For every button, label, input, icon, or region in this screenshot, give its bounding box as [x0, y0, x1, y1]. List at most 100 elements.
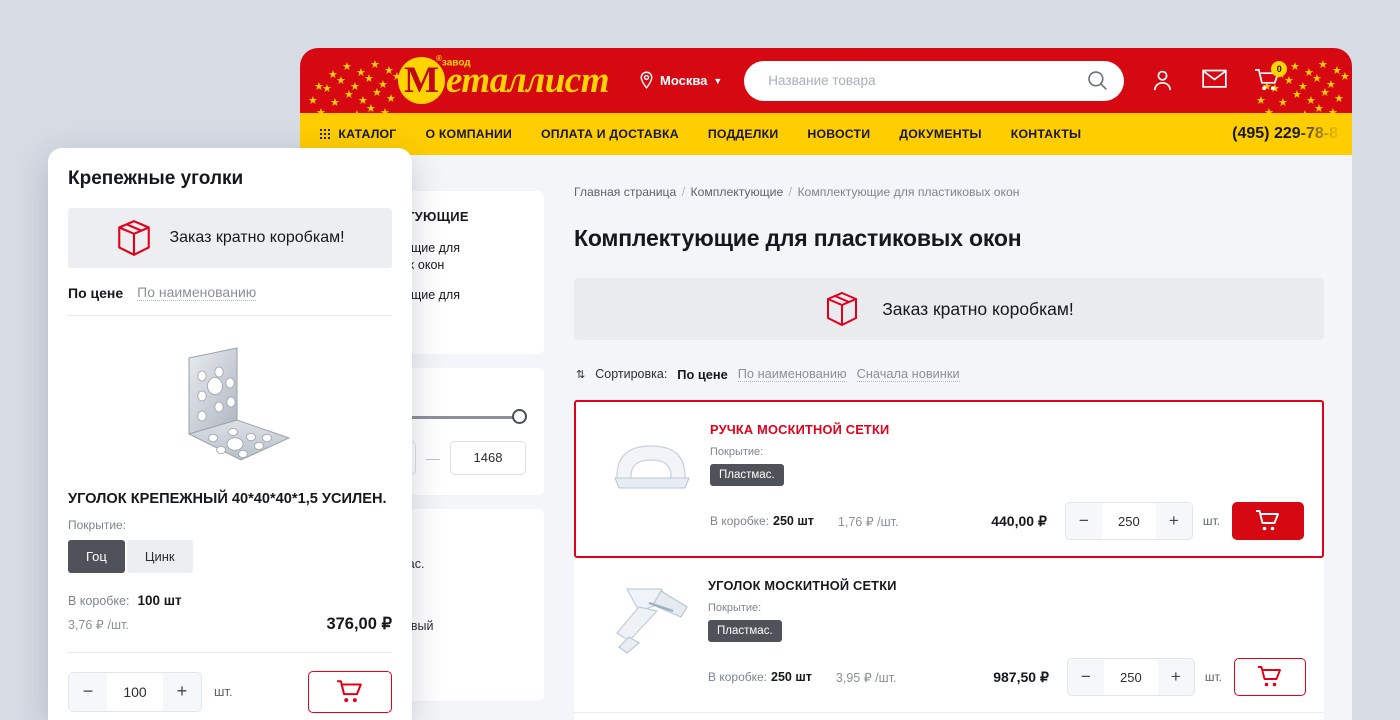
- mail-button[interactable]: [1202, 68, 1228, 93]
- product-info: РУЧКА МОСКИТНОЙ СЕТКИ Покрытие: Пластмас…: [710, 418, 1304, 540]
- overlay-quantity-decrease-button[interactable]: −: [69, 672, 107, 711]
- site-logo[interactable]: M еталлист ®завод: [398, 48, 609, 113]
- search-input[interactable]: [768, 73, 1088, 88]
- table-row[interactable]: УГОЛОК МОСКИТНОЙ СЕТКИ Покрытие: Пластма…: [574, 558, 1324, 713]
- box-banner-text: Заказ кратно коробкам!: [882, 298, 1074, 319]
- city-selector[interactable]: Москва ▼: [639, 71, 722, 90]
- nav-item-counterfeits[interactable]: ПОДДЕЛКИ: [708, 127, 779, 141]
- breadcrumb-home[interactable]: Главная страница: [574, 185, 676, 199]
- mail-icon: [1202, 69, 1228, 88]
- unit-suffix: шт.: [1204, 670, 1222, 684]
- overlay-unit-price: 3,76 ₽ /шт.: [68, 617, 129, 632]
- in-box-label: В коробке: 250 шт: [710, 514, 814, 528]
- table-row[interactable]: АНКЕРНАЯ ПЛАСТИНА 150ММ (1,4ММ) (ДЛЯ ПРО…: [574, 713, 1324, 720]
- header-icon-group: 0: [1150, 61, 1288, 93]
- quantity-value[interactable]: 250: [1104, 670, 1158, 685]
- box-icon: [827, 291, 858, 327]
- product-thumbnail[interactable]: [590, 574, 708, 666]
- star-icon: ★: [336, 75, 346, 87]
- star-icon: ★: [308, 95, 318, 107]
- search-icon[interactable]: [1087, 70, 1108, 91]
- coating-chip[interactable]: Пластмас.: [710, 464, 784, 486]
- sort-row: ⇅ Сортировка: По цене По наименованию Сн…: [574, 366, 1324, 382]
- overlay-coating-option-zinc[interactable]: Цинк: [126, 539, 193, 573]
- star-icon: ★: [372, 87, 382, 99]
- total-price: 987,50 ₽: [993, 668, 1049, 685]
- overlay-sort-name[interactable]: По наименованию: [137, 284, 257, 301]
- coating-chip[interactable]: Пластмас.: [708, 620, 782, 642]
- overlay-in-box-label: В коробке:: [68, 593, 130, 608]
- nav-item-contacts[interactable]: КОНТАКТЫ: [1011, 127, 1082, 141]
- sort-option-price[interactable]: По цене: [677, 367, 727, 382]
- quantity-decrease-button[interactable]: −: [1067, 659, 1104, 695]
- perforated-angle-bracket-icon: [187, 347, 291, 461]
- product-name[interactable]: РУЧКА МОСКИТНОЙ СЕТКИ: [710, 422, 1304, 437]
- add-to-cart-button[interactable]: [1234, 658, 1306, 696]
- star-icon: ★: [1334, 93, 1344, 105]
- sort-option-name[interactable]: По наименованию: [737, 366, 847, 382]
- nav-item-news[interactable]: НОВОСТИ: [807, 127, 870, 141]
- location-pin-icon: [640, 71, 653, 89]
- overlay-quantity-stepper[interactable]: − 100 +: [68, 671, 202, 712]
- price-slider-knob-max[interactable]: [512, 409, 527, 424]
- star-icon: ★: [314, 81, 324, 93]
- nav-item-payment-delivery[interactable]: ОПЛАТА И ДОСТАВКА: [541, 127, 679, 141]
- quantity-increase-button[interactable]: +: [1155, 503, 1192, 539]
- overlay-price-row: 3,76 ₽ /шт. 376,00 ₽: [68, 614, 392, 634]
- quantity-value[interactable]: 250: [1102, 514, 1156, 529]
- overlay-product-name[interactable]: УГОЛОК КРЕПЕЖНЫЙ 40*40*40*1,5 УСИЛЕН.: [68, 490, 392, 509]
- sort-option-new[interactable]: Сначала новинки: [856, 366, 960, 382]
- range-dash: —: [426, 449, 440, 466]
- city-label: Москва: [659, 73, 708, 88]
- quantity-stepper[interactable]: − 250 +: [1064, 502, 1193, 540]
- nav-item-documents[interactable]: ДОКУМЕНТЫ: [899, 127, 981, 141]
- nav-item-about[interactable]: О КОМПАНИИ: [425, 127, 512, 141]
- overlay-banner-text: Заказ кратно коробкам!: [169, 229, 345, 246]
- overlay-quantity-value[interactable]: 100: [107, 684, 163, 700]
- quantity-stepper[interactable]: − 250 +: [1066, 658, 1195, 696]
- star-icon: ★: [1320, 87, 1330, 99]
- cart-count-badge: 0: [1271, 61, 1288, 77]
- star-icon: ★: [378, 79, 388, 91]
- star-icon: ★: [1326, 79, 1336, 91]
- star-icon: ★: [1290, 61, 1300, 73]
- overlay-sort-price[interactable]: По цене: [68, 285, 123, 301]
- overlay-coating-label: Покрытие:: [68, 517, 127, 532]
- overlay-quantity-increase-button[interactable]: +: [163, 672, 201, 711]
- cart-button[interactable]: 0: [1254, 61, 1288, 93]
- in-box-qty: 250 шт: [773, 514, 814, 528]
- search-box[interactable]: [744, 60, 1125, 101]
- star-icon: ★: [358, 95, 368, 107]
- sort-arrows-icon: ⇅: [576, 368, 586, 381]
- overlay-coating-option-goc[interactable]: Гоц: [68, 539, 125, 573]
- star-icon: ★: [386, 93, 396, 105]
- overlay-product-image[interactable]: [68, 342, 392, 470]
- star-icon: ★: [1318, 59, 1328, 71]
- quantity-increase-button[interactable]: +: [1157, 659, 1194, 695]
- browser-page: ★★★★★★★★★★★★★★★★★★★★★★★★ ★★★★★★★★★★★★★★★…: [300, 48, 1352, 720]
- star-icon: ★: [384, 65, 394, 77]
- product-info: УГОЛОК МОСКИТНОЙ СЕТКИ Покрытие: Пластма…: [708, 574, 1306, 696]
- box-order-banner: Заказ кратно коробкам!: [574, 278, 1324, 340]
- breadcrumb-current: Комплектующие для пластиковых окон: [797, 185, 1020, 199]
- header-phone[interactable]: (495) 229-78-8: [1232, 125, 1338, 143]
- nav-item-catalog[interactable]: КАТАЛОГ: [320, 127, 396, 141]
- account-button[interactable]: [1150, 68, 1175, 93]
- nav-label-catalog: КАТАЛОГ: [338, 127, 397, 141]
- product-purchase-row: В коробке: 250 шт 1,76 ₽ /шт. 440,00 ₽ − …: [710, 502, 1304, 540]
- overlay-add-to-cart-button[interactable]: [308, 670, 392, 713]
- product-name[interactable]: УГОЛОК МОСКИТНОЙ СЕТКИ: [708, 578, 1306, 593]
- overlay-in-box: В коробке: 100 шт: [68, 593, 392, 608]
- breadcrumb-parent[interactable]: Комплектующие: [690, 185, 783, 199]
- price-max-input[interactable]: 1468: [450, 440, 526, 475]
- product-list: РУЧКА МОСКИТНОЙ СЕТКИ Покрытие: Пластмас…: [574, 400, 1324, 720]
- add-to-cart-button[interactable]: [1232, 502, 1304, 540]
- quantity-decrease-button[interactable]: −: [1065, 503, 1102, 539]
- cart-icon: [1258, 666, 1281, 687]
- product-thumbnail[interactable]: [592, 418, 710, 510]
- table-row[interactable]: РУЧКА МОСКИТНОЙ СЕТКИ Покрытие: Пластмас…: [574, 400, 1324, 558]
- site-header: ★★★★★★★★★★★★★★★★★★★★★★★★ ★★★★★★★★★★★★★★★…: [300, 48, 1352, 133]
- star-icon: ★: [1292, 89, 1302, 101]
- breadcrumb-separator: /: [681, 185, 686, 199]
- overlay-cart-row: − 100 + шт.: [68, 651, 392, 713]
